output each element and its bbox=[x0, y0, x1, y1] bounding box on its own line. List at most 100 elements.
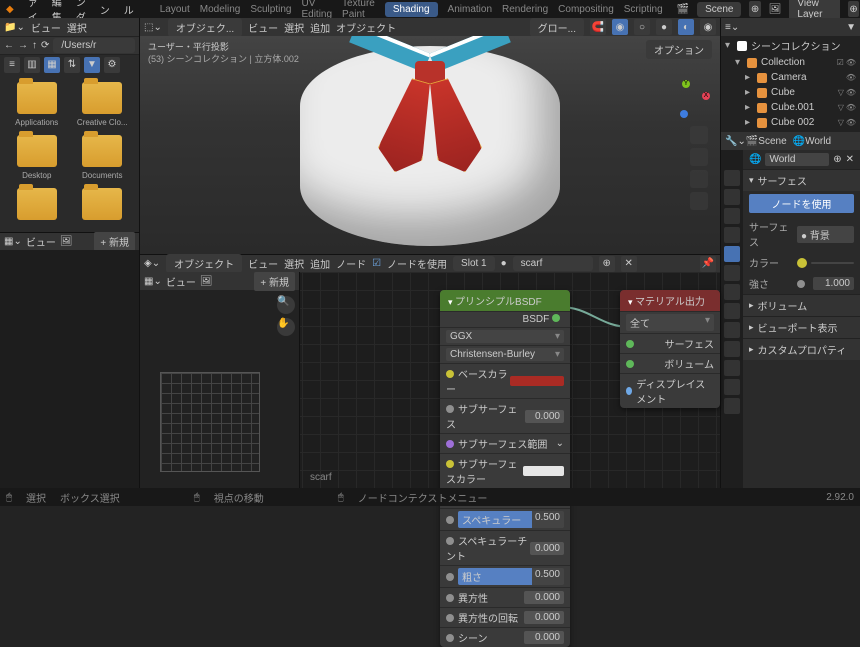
tab-constraint[interactable] bbox=[724, 341, 740, 357]
tab-render[interactable] bbox=[724, 170, 740, 186]
solid-shade-icon[interactable]: ● bbox=[656, 19, 672, 35]
nav-up-icon[interactable]: ↑ bbox=[32, 40, 37, 51]
filter-icon[interactable]: ▼ bbox=[84, 57, 100, 73]
ws-modeling[interactable]: Modeling bbox=[200, 4, 241, 15]
nav-refresh-icon[interactable]: ⟳ bbox=[41, 40, 49, 51]
uv-img-icon[interactable]: 🖼 bbox=[200, 276, 213, 287]
node-material-output[interactable]: ▾ マテリアル出力 全て サーフェス ボリューム ディスプレイスメント bbox=[620, 290, 720, 408]
scene-new-icon[interactable]: ⊕ bbox=[749, 1, 760, 17]
sh-add[interactable]: 追加 bbox=[310, 256, 330, 271]
wire-shade-icon[interactable]: ○ bbox=[634, 19, 650, 35]
vp-mode[interactable]: オブジェク... bbox=[168, 18, 242, 37]
dist-select[interactable]: GGX bbox=[446, 330, 564, 343]
outliner-icon[interactable]: ≡⌄ bbox=[725, 22, 739, 33]
image-editor[interactable] bbox=[0, 250, 139, 506]
target-select[interactable]: 全て bbox=[626, 314, 714, 331]
uv-editor-icon[interactable]: ▦⌄ bbox=[144, 276, 162, 287]
ws-uv[interactable]: UV Editing bbox=[301, 0, 332, 20]
tab-scene[interactable] bbox=[724, 227, 740, 243]
tab-world[interactable] bbox=[724, 246, 740, 262]
sh-view[interactable]: ビュー bbox=[248, 256, 278, 271]
matprev-shade-icon[interactable]: ◐ bbox=[678, 19, 694, 35]
nav-back-icon[interactable]: ← bbox=[4, 40, 14, 51]
sh-mode[interactable]: オブジェクト bbox=[166, 254, 242, 273]
settings-icon[interactable]: ⚙ bbox=[104, 57, 120, 73]
view-col-icon[interactable]: ▥ bbox=[24, 57, 40, 73]
subsurface-val[interactable]: 0.000 bbox=[525, 410, 564, 423]
viewlayer-new-icon[interactable]: ⊕ bbox=[848, 1, 859, 17]
volume-socket[interactable]: ボリューム bbox=[664, 356, 714, 371]
tab-texture[interactable] bbox=[724, 398, 740, 414]
vp-editor-icon[interactable]: ⬚⌄ bbox=[144, 22, 162, 33]
sss-select[interactable]: Christensen-Burley bbox=[446, 348, 564, 361]
uv-view[interactable]: ビュー bbox=[166, 274, 196, 289]
filter-funnel-icon[interactable]: ▼ bbox=[846, 22, 856, 33]
pin-icon[interactable]: 📌 bbox=[700, 256, 716, 272]
camera-icon[interactable] bbox=[690, 170, 708, 188]
mat-new-icon[interactable]: ⊕ bbox=[599, 256, 615, 272]
strength-val[interactable]: 1.000 bbox=[813, 277, 854, 290]
sh-node[interactable]: ノード bbox=[336, 256, 366, 271]
sheen-val[interactable]: 0.000 bbox=[524, 631, 564, 644]
ws-comp[interactable]: Compositing bbox=[558, 4, 614, 15]
disp-socket[interactable]: ディスプレイスメント bbox=[636, 376, 714, 406]
folder-creative[interactable]: Creative Clo... bbox=[74, 82, 132, 127]
vp-select[interactable]: 選択 bbox=[284, 20, 304, 35]
folder-6[interactable] bbox=[74, 188, 132, 224]
nav-fwd-icon[interactable]: → bbox=[18, 40, 28, 51]
vp-add[interactable]: 追加 bbox=[310, 20, 330, 35]
volume-panel[interactable]: ▸ ボリューム bbox=[743, 294, 860, 316]
mat-unlink-icon[interactable]: ✕ bbox=[621, 256, 637, 272]
ws-script[interactable]: Scripting bbox=[624, 4, 663, 15]
render-shade-icon[interactable]: ◉ bbox=[700, 19, 716, 35]
uv-grid[interactable] bbox=[160, 372, 260, 472]
view-grid-icon[interactable]: ▦ bbox=[44, 57, 60, 73]
overlay-icon[interactable]: ◉ bbox=[612, 19, 628, 35]
img-view[interactable]: ビュー bbox=[26, 234, 56, 249]
zoom-icon[interactable] bbox=[690, 126, 708, 144]
vp-view[interactable]: ビュー bbox=[248, 20, 278, 35]
img-new-button[interactable]: + 新規 bbox=[94, 232, 135, 251]
tab-particle[interactable] bbox=[724, 303, 740, 319]
fb-select[interactable]: 選択 bbox=[67, 20, 87, 35]
folder-applications[interactable]: Applications bbox=[8, 82, 66, 127]
viewport-3d[interactable]: ユーザー・平行投影 (53) シーンコレクション | 立方体.002 オプション… bbox=[140, 36, 720, 254]
base-color-swatch[interactable] bbox=[510, 376, 564, 386]
nav-gizmo[interactable]: X Y bbox=[668, 76, 710, 118]
pan-icon[interactable] bbox=[690, 148, 708, 166]
axis-y-icon[interactable]: Y bbox=[682, 80, 690, 88]
axis-z-icon[interactable] bbox=[680, 110, 688, 118]
vp-global[interactable]: グロー... bbox=[530, 18, 584, 37]
shader-editor-icon[interactable]: ◈⌄ bbox=[144, 258, 160, 269]
bg-color-swatch[interactable] bbox=[811, 262, 854, 264]
img-icon[interactable]: 🖼 bbox=[60, 236, 73, 247]
surface-shader[interactable]: ● 背景 bbox=[797, 226, 854, 243]
tab-data[interactable] bbox=[724, 360, 740, 376]
sh-select[interactable]: 選択 bbox=[284, 256, 304, 271]
roughness-slider[interactable]: 粗さ0.500 bbox=[458, 568, 564, 585]
use-nodes-check[interactable]: ☑ bbox=[372, 258, 381, 269]
specular-slider[interactable]: スペキュラー0.500 bbox=[458, 511, 564, 528]
editor-type-icon[interactable]: ▦⌄ bbox=[4, 236, 22, 247]
uv-zoom-icon[interactable]: 🔍 bbox=[277, 296, 295, 314]
tab-object[interactable] bbox=[724, 265, 740, 281]
tab-material[interactable] bbox=[724, 379, 740, 395]
world-del-icon[interactable]: ✕ bbox=[846, 154, 854, 165]
ws-sculpting[interactable]: Sculpting bbox=[250, 4, 291, 15]
vp-options[interactable]: オプション bbox=[646, 40, 712, 59]
uv-hand-icon[interactable]: ✋ bbox=[277, 318, 295, 336]
fb-view[interactable]: ビュー bbox=[31, 20, 61, 35]
world-datablock[interactable]: World bbox=[765, 153, 829, 166]
sort-icon[interactable]: ⇅ bbox=[64, 57, 80, 73]
slot-select[interactable]: Slot 1 bbox=[453, 256, 495, 271]
node-principled-bsdf[interactable]: ▾ プリンシプルBSDF BSDF GGX Christensen-Burley… bbox=[440, 290, 570, 647]
spectint-val[interactable]: 0.000 bbox=[530, 542, 564, 555]
vp-object[interactable]: オブジェクト bbox=[336, 20, 396, 35]
sss-color-swatch[interactable] bbox=[523, 466, 564, 476]
anisorot-val[interactable]: 0.000 bbox=[524, 611, 564, 624]
custom-panel[interactable]: ▸ カスタムプロパティ bbox=[743, 338, 860, 360]
tab-physics[interactable] bbox=[724, 322, 740, 338]
scene-field[interactable]: Scene bbox=[697, 2, 741, 17]
node-editor[interactable]: ▦⌄ ビュー 🖼 + 新規 🔍 ✋ scarf ▾ プリンシプルBSDF BSD… bbox=[140, 272, 720, 506]
snap-icon[interactable]: 🧲 bbox=[590, 19, 606, 35]
